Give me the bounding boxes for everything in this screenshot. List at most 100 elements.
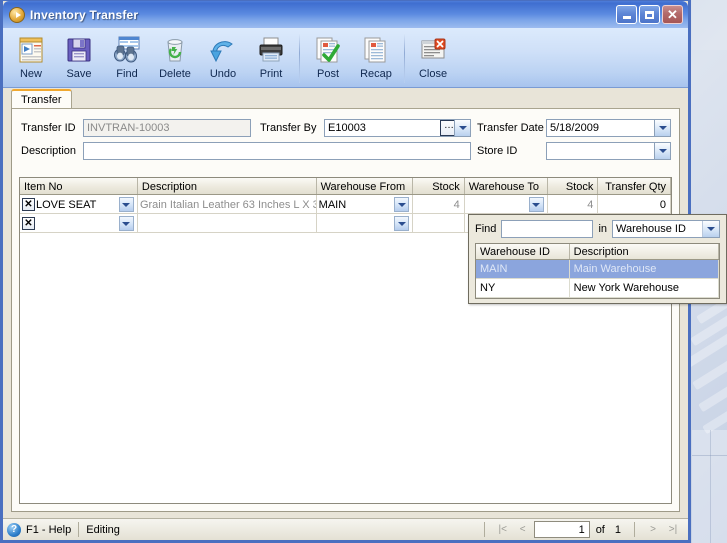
find-input[interactable] (501, 220, 594, 238)
documents-icon (361, 33, 391, 67)
printer-icon (256, 33, 286, 67)
toolbar-label: Find (116, 68, 138, 80)
toolbar-button-undo[interactable]: Undo (199, 31, 247, 80)
binoculars-icon (111, 33, 143, 67)
maximize-button[interactable] (639, 5, 660, 24)
lookup-cell-description: Main Warehouse (570, 260, 719, 278)
lookup-header-description[interactable]: Description (570, 244, 719, 259)
store-id-dropdown-arrow[interactable] (654, 142, 671, 160)
help-label[interactable]: F1 - Help (26, 524, 71, 536)
toolbar-separator (404, 33, 405, 83)
toolbar-button-close[interactable]: Close (409, 31, 457, 80)
toolbar-button-new[interactable]: New (7, 31, 55, 80)
transfer-date-label: Transfer Date (477, 122, 544, 134)
description-input[interactable] (83, 142, 471, 160)
cell-warehouse-from-dropdown-arrow[interactable] (394, 197, 410, 212)
nav-prev-button[interactable]: < (514, 522, 532, 538)
tab-strip: Transfer (3, 88, 688, 108)
grid-header-stock-to[interactable]: Stock (548, 178, 599, 194)
chevron-down-icon[interactable] (702, 221, 719, 237)
cell-item-no-dropdown-arrow[interactable] (118, 197, 134, 212)
in-label: in (598, 223, 607, 235)
store-id-input[interactable] (546, 142, 671, 160)
cell-warehouse-from[interactable] (316, 214, 414, 232)
close-button[interactable]: ✕ (662, 5, 683, 24)
toolbar-button-save[interactable]: Save (55, 31, 103, 80)
cell-stock-to: 4 (547, 195, 599, 213)
table-row[interactable]: ✕ LOVE SEAT Grain Italian Leather 63 Inc… (20, 195, 671, 214)
cell-item-no[interactable]: ✕ LOVE SEAT (20, 195, 138, 213)
nav-separator (483, 522, 485, 537)
grid-header-transfer-qty[interactable]: Transfer Qty (598, 178, 671, 194)
cell-warehouse-from-dropdown-arrow[interactable] (394, 216, 410, 231)
nav-next-button[interactable]: > (644, 522, 662, 538)
grid-header-row: Item No Description Warehouse From Stock… (20, 178, 671, 195)
nav-total-pages: 1 (614, 523, 621, 536)
toolbar-label: Print (259, 68, 283, 80)
nav-page-input[interactable]: 1 (533, 521, 590, 538)
minimize-button[interactable] (616, 5, 637, 24)
list-item[interactable]: MAIN Main Warehouse (476, 260, 719, 279)
row-delete-icon[interactable]: ✕ (22, 217, 35, 230)
toolbar-button-print[interactable]: Print (247, 31, 295, 80)
list-item[interactable]: NY New York Warehouse (476, 279, 719, 298)
cell-transfer-qty[interactable]: 0 (598, 195, 671, 213)
grid-header-description[interactable]: Description (138, 178, 317, 194)
window-controls: ✕ (616, 5, 686, 24)
nav-separator (634, 522, 635, 537)
status-mode: Editing (86, 523, 120, 536)
help-icon[interactable]: ? (7, 522, 21, 537)
transfer-date-dropdown-arrow[interactable] (654, 119, 671, 137)
toolbar-button-post[interactable]: Post (304, 31, 352, 80)
minimize-icon (622, 15, 631, 19)
grid-header-stock-from[interactable]: Stock (413, 178, 465, 194)
cell-warehouse-from[interactable]: MAIN (316, 195, 414, 213)
document-check-icon (313, 33, 343, 67)
nav-last-button[interactable]: >| (664, 522, 682, 538)
cell-description[interactable]: Grain Italian Leather 63 Inches L X 38 (137, 195, 317, 213)
lookup-cell-warehouse-id: NY (476, 279, 570, 297)
toolbar-label: Save (66, 68, 92, 80)
row-delete-icon[interactable]: ✕ (22, 198, 35, 211)
close-icon: ✕ (667, 7, 678, 22)
floppy-disk-icon (64, 33, 94, 67)
cell-description[interactable] (137, 214, 317, 232)
find-field-value: Warehouse ID (616, 223, 686, 235)
grid-header-warehouse-from[interactable]: Warehouse From (317, 178, 414, 194)
title-bar: Inventory Transfer ✕ (3, 1, 688, 28)
document-close-icon (418, 33, 448, 67)
description-label: Description (21, 145, 77, 157)
cell-item-no-text: LOVE SEAT (36, 198, 97, 211)
toolbar-button-delete[interactable]: Delete (151, 31, 199, 80)
grid-header-item-no[interactable]: Item No (20, 178, 138, 194)
tab-label: Transfer (21, 93, 62, 106)
new-document-icon (16, 33, 46, 67)
recycle-bin-icon (160, 33, 190, 67)
cell-item-no-dropdown-arrow[interactable] (118, 216, 134, 231)
toolbar-label: Close (418, 68, 448, 80)
cell-stock-from: 4 (413, 195, 465, 213)
cell-item-no[interactable]: ✕ (20, 214, 138, 232)
transfer-by-label: Transfer By (260, 122, 317, 134)
toolbar-label: New (19, 68, 42, 80)
tab-transfer[interactable]: Transfer (11, 89, 72, 108)
toolbar-separator (299, 33, 300, 83)
toolbar-button-recap[interactable]: Recap (352, 31, 400, 80)
grid-header-warehouse-to[interactable]: Warehouse To (465, 178, 548, 194)
status-bar: ? F1 - Help Editing |< < 1 of 1 > >| (3, 518, 688, 540)
transfer-by-dropdown-arrow[interactable] (454, 119, 471, 137)
header-fields: Transfer ID INVTRAN-10003 Transfer By E1… (12, 109, 679, 169)
toolbar-label: Undo (209, 68, 237, 80)
undo-arrow-icon (207, 33, 239, 67)
wallpaper-band (710, 430, 711, 543)
lookup-cell-warehouse-id: MAIN (476, 260, 570, 278)
toolbar-label: Post (316, 68, 339, 80)
lookup-header-warehouse-id[interactable]: Warehouse ID (476, 244, 570, 259)
cell-warehouse-to-dropdown-arrow[interactable] (528, 197, 544, 212)
find-field-select[interactable]: Warehouse ID (612, 220, 720, 238)
toolbar-button-find[interactable]: Find (103, 31, 151, 80)
nav-first-button[interactable]: |< (494, 522, 512, 538)
transfer-id-input[interactable]: INVTRAN-10003 (83, 119, 251, 137)
transfer-date-input[interactable]: 5/18/2009 (546, 119, 671, 137)
cell-warehouse-to[interactable] (464, 195, 548, 213)
